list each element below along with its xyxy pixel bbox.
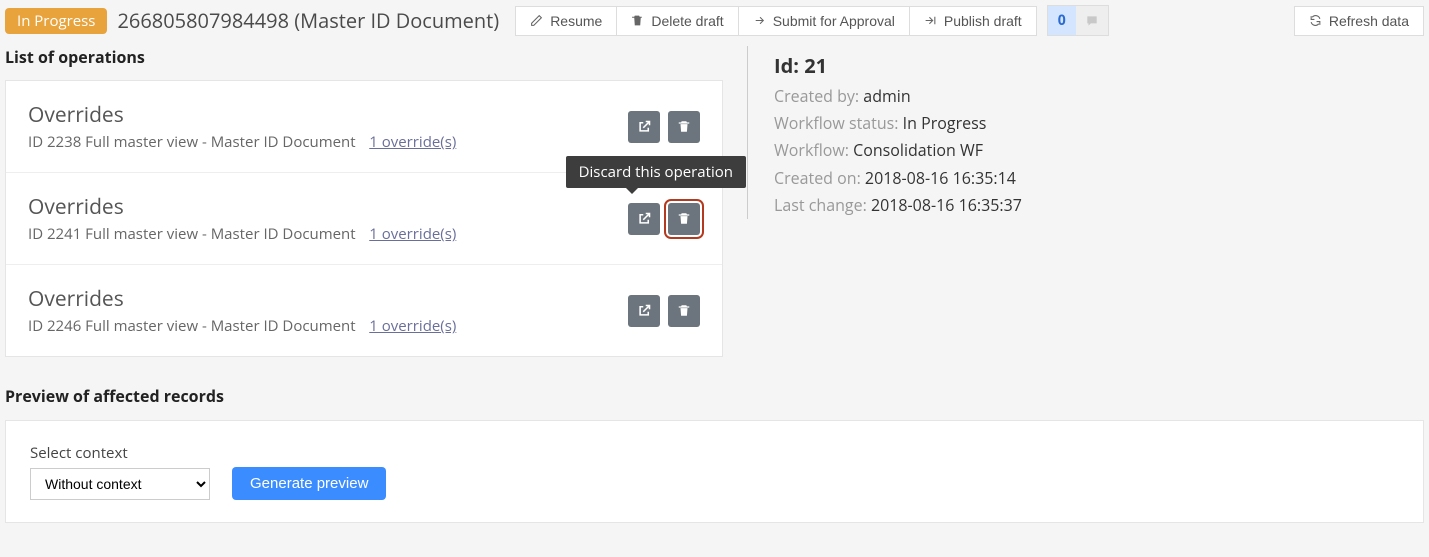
workflow-status-label: Workflow status: [774, 112, 903, 134]
submit-approval-label: Submit for Approval [773, 13, 895, 29]
preview-body: Select context Without context Generate … [5, 420, 1424, 523]
detail-id-value: 21 [804, 52, 827, 79]
operation-subtitle: ID 2246 Full master view - Master ID Doc… [28, 316, 356, 336]
preview-heading: Preview of affected records [5, 385, 1424, 407]
created-on-label: Created on: [774, 167, 865, 189]
operation-title: Overrides [28, 101, 456, 129]
operation-subtitle: ID 2238 Full master view - Master ID Doc… [28, 132, 356, 152]
open-operation-button[interactable] [628, 295, 660, 327]
details-panel: Id: 21 Created by: admin Workflow status… [747, 46, 1022, 219]
discard-operation-button[interactable] [668, 203, 700, 235]
trash-icon [677, 211, 691, 226]
arrow-end-icon [924, 14, 937, 27]
last-change-value: 2018-08-16 16:35:37 [871, 194, 1022, 216]
discard-tooltip: Discard this operation [566, 156, 746, 188]
open-operation-button[interactable] [628, 203, 660, 235]
header-bar: In Progress 266805807984498 (Master ID D… [5, 5, 1424, 36]
status-badge: In Progress [5, 8, 107, 34]
operation-title: Overrides [28, 285, 456, 313]
operation-title: Overrides [28, 193, 456, 221]
operation-item: Overrides ID 2246 Full master view - Mas… [6, 265, 722, 356]
created-by-label: Created by: [774, 85, 863, 107]
page-title: 266805807984498 (Master ID Document) [117, 7, 499, 34]
discard-operation-button[interactable] [668, 295, 700, 327]
override-link[interactable]: 1 override(s) [369, 316, 456, 336]
discard-operation-button[interactable] [668, 111, 700, 143]
operation-subtitle: ID 2241 Full master view - Master ID Doc… [28, 224, 356, 244]
open-operation-button[interactable] [628, 111, 660, 143]
workflow-value: Consolidation WF [853, 139, 983, 161]
resume-button[interactable]: Resume [515, 6, 617, 36]
operations-heading: List of operations [5, 46, 723, 68]
created-on-value: 2018-08-16 16:35:14 [865, 167, 1016, 189]
delete-draft-button[interactable]: Delete draft [617, 6, 738, 36]
detail-id-label: Id: [774, 52, 804, 79]
comments-widget[interactable]: 0 [1047, 5, 1109, 36]
trash-icon [677, 119, 691, 134]
publish-draft-button[interactable]: Publish draft [910, 6, 1037, 36]
refresh-button[interactable]: Refresh data [1294, 6, 1424, 36]
refresh-icon [1309, 14, 1322, 27]
submit-approval-button[interactable]: Submit for Approval [739, 6, 910, 36]
toolbar-button-group: Resume Delete draft Submit for Approval … [515, 6, 1037, 36]
workflow-status-value: In Progress [903, 112, 987, 134]
created-by-value: admin [863, 85, 910, 107]
override-link[interactable]: 1 override(s) [369, 132, 456, 152]
external-link-icon [637, 211, 652, 226]
last-change-label: Last change: [774, 194, 871, 216]
speech-bubble-icon [1076, 6, 1108, 35]
trash-icon [677, 303, 691, 318]
publish-draft-label: Publish draft [944, 13, 1022, 29]
workflow-label: Workflow: [774, 139, 853, 161]
delete-draft-label: Delete draft [651, 13, 723, 29]
resume-label: Resume [550, 13, 602, 29]
pencil-icon [530, 14, 543, 27]
comments-count: 0 [1048, 6, 1076, 35]
operation-item: Overrides ID 2241 Full master view - Mas… [6, 173, 722, 265]
context-select[interactable]: Without context [30, 468, 210, 500]
refresh-label: Refresh data [1329, 13, 1409, 29]
external-link-icon [637, 119, 652, 134]
select-context-label: Select context [30, 443, 210, 463]
generate-preview-button[interactable]: Generate preview [232, 467, 386, 500]
external-link-icon [637, 303, 652, 318]
arrow-right-icon [753, 14, 766, 27]
override-link[interactable]: 1 override(s) [369, 224, 456, 244]
operations-list: Overrides ID 2238 Full master view - Mas… [5, 80, 723, 357]
trash-icon [631, 14, 644, 27]
